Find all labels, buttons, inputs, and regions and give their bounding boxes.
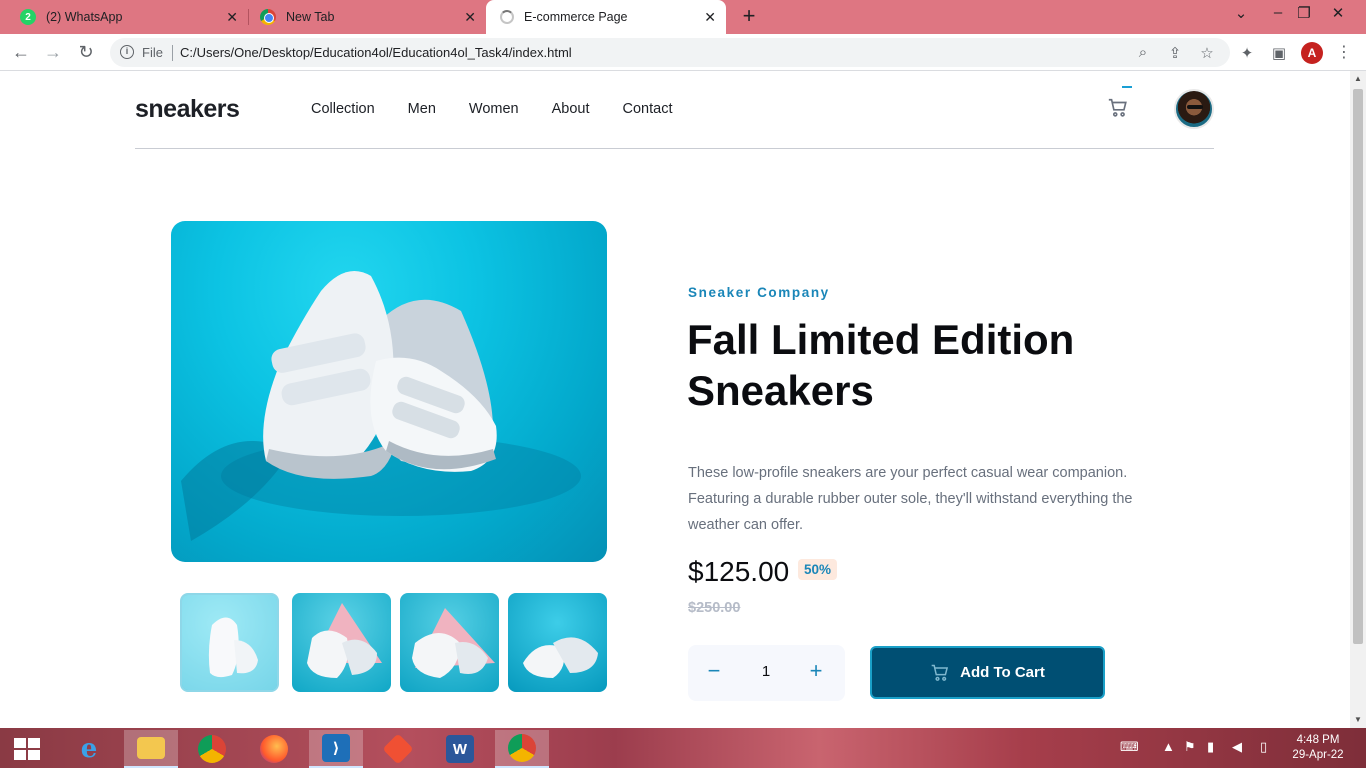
share-icon[interactable]: ⇪ xyxy=(1166,44,1184,62)
address-bar[interactable]: i File C:/Users/One/Desktop/Education4ol… xyxy=(110,38,1230,67)
side-panel-icon[interactable]: ▣ xyxy=(1270,44,1288,62)
avatar-glasses xyxy=(1187,105,1203,109)
current-price: $125.00 xyxy=(688,556,790,587)
tab-ecommerce-page[interactable]: E-commerce Page ✕ xyxy=(486,0,726,34)
internet-explorer-icon[interactable]: e xyxy=(62,730,116,768)
reload-icon[interactable]: ↻ xyxy=(75,41,97,63)
browser-toolbar: ← → ↻ i File C:/Users/One/Desktop/Educat… xyxy=(0,34,1366,71)
product-main-image[interactable] xyxy=(171,221,607,562)
tab-title: (2) WhatsApp xyxy=(46,10,123,24)
site-logo[interactable]: sneakers xyxy=(135,95,240,124)
taskbar-clock[interactable]: 4:48 PM 29-Apr-22 xyxy=(1290,733,1346,763)
cart-icon xyxy=(931,664,949,681)
cart-icon[interactable] xyxy=(1107,97,1131,121)
close-tab-icon[interactable]: ✕ xyxy=(226,9,238,26)
tab-title: New Tab xyxy=(286,10,335,24)
thumbnail-2[interactable] xyxy=(292,593,391,692)
file-explorer-icon[interactable] xyxy=(124,730,178,768)
header-divider xyxy=(135,148,1214,149)
thumbnail-1[interactable] xyxy=(180,593,279,692)
quantity-value: 1 xyxy=(761,663,771,680)
cart-badge xyxy=(1122,86,1132,88)
url-text[interactable]: C:/Users/One/Desktop/Education4ol/Educat… xyxy=(180,45,572,60)
loading-icon xyxy=(500,10,514,24)
company-label: Sneaker Company xyxy=(688,285,830,300)
scroll-down-icon[interactable]: ▼ xyxy=(1354,715,1362,724)
chrome-icon[interactable] xyxy=(185,730,239,768)
word-icon[interactable]: W xyxy=(433,730,487,768)
clock-date: 29-Apr-22 xyxy=(1292,749,1344,761)
product-title: Fall Limited Edition Sneakers xyxy=(687,316,1075,414)
close-tab-icon[interactable]: ✕ xyxy=(464,9,476,26)
page-scrollbar[interactable]: ▲ ▼ xyxy=(1350,71,1366,728)
tab-search-chevron-icon[interactable]: ⌄ xyxy=(1231,4,1251,22)
close-tab-icon[interactable]: ✕ xyxy=(704,9,716,26)
increment-button[interactable]: + xyxy=(808,659,824,683)
battery-icon[interactable]: ▯ xyxy=(1260,739,1267,755)
scheme-label: File xyxy=(142,45,163,60)
start-button[interactable] xyxy=(14,738,40,760)
nav-collection[interactable]: Collection xyxy=(311,101,375,117)
new-tab-button[interactable]: + xyxy=(738,5,760,27)
back-icon[interactable]: ← xyxy=(10,41,32,63)
original-price: $250.00 xyxy=(688,600,741,616)
windows-taskbar: e ⟩ W ⌨ ▲ ⚑ ▮ ◀ ▯ 4:48 PM 29-Apr-22 xyxy=(0,728,1366,768)
restore-icon[interactable]: ❐ xyxy=(1294,4,1314,22)
git-icon[interactable] xyxy=(371,730,425,768)
whatsapp-icon: 2 xyxy=(20,9,36,25)
tab-new-tab[interactable]: New Tab ✕ xyxy=(248,0,486,34)
tab-title: E-commerce Page xyxy=(524,10,628,24)
browser-tab-strip: 2 (2) WhatsApp ✕ New Tab ✕ E-commerce Pa… xyxy=(0,0,1366,34)
quantity-stepper: − 1 + xyxy=(688,645,845,701)
info-icon[interactable]: i xyxy=(120,45,134,59)
nav-men[interactable]: Men xyxy=(408,101,436,117)
chrome-icon xyxy=(260,9,276,25)
vscode-icon[interactable]: ⟩ xyxy=(309,730,363,768)
show-hidden-icons-icon[interactable]: ▲ xyxy=(1162,739,1175,754)
menu-kebab-icon[interactable]: ⋮ xyxy=(1336,42,1352,62)
zoom-icon[interactable]: ⌕ xyxy=(1134,44,1152,61)
nav-contact[interactable]: Contact xyxy=(623,101,673,117)
extensions-icon[interactable]: ✦ xyxy=(1238,44,1256,62)
nav-about[interactable]: About xyxy=(552,101,590,117)
discount-badge: 50% xyxy=(798,559,838,580)
main-nav: Collection Men Women About Contact xyxy=(311,101,705,117)
bookmark-star-icon[interactable]: ☆ xyxy=(1198,44,1216,62)
nav-women[interactable]: Women xyxy=(469,101,519,117)
add-to-cart-label: Add To Cart xyxy=(960,664,1045,681)
thumbnail-4[interactable] xyxy=(508,593,607,692)
decrement-button[interactable]: − xyxy=(706,659,722,683)
tab-whatsapp[interactable]: 2 (2) WhatsApp ✕ xyxy=(8,0,248,34)
user-avatar[interactable] xyxy=(1174,89,1214,129)
chrome-profile-icon[interactable] xyxy=(495,730,549,768)
divider xyxy=(172,45,173,61)
page-content: sneakers Collection Men Women About Cont… xyxy=(0,71,1350,728)
firefox-icon[interactable] xyxy=(247,730,301,768)
close-window-icon[interactable]: ✕ xyxy=(1328,4,1348,22)
network-icon[interactable]: ▮ xyxy=(1207,739,1214,755)
minimize-icon[interactable]: – xyxy=(1268,4,1288,21)
profile-avatar[interactable]: A xyxy=(1301,42,1323,64)
forward-icon[interactable]: → xyxy=(42,41,64,63)
clock-time: 4:48 PM xyxy=(1296,734,1340,746)
thumbnail-3[interactable] xyxy=(400,593,499,692)
keyboard-icon[interactable]: ⌨ xyxy=(1120,739,1139,755)
action-center-flag-icon[interactable]: ⚑ xyxy=(1184,739,1196,755)
add-to-cart-button[interactable]: Add To Cart xyxy=(870,646,1105,699)
scroll-up-icon[interactable]: ▲ xyxy=(1354,74,1362,83)
volume-icon[interactable]: ◀ xyxy=(1232,739,1242,755)
product-description: These low-profile sneakers are your perf… xyxy=(688,465,1133,533)
scroll-thumb[interactable] xyxy=(1353,89,1363,644)
